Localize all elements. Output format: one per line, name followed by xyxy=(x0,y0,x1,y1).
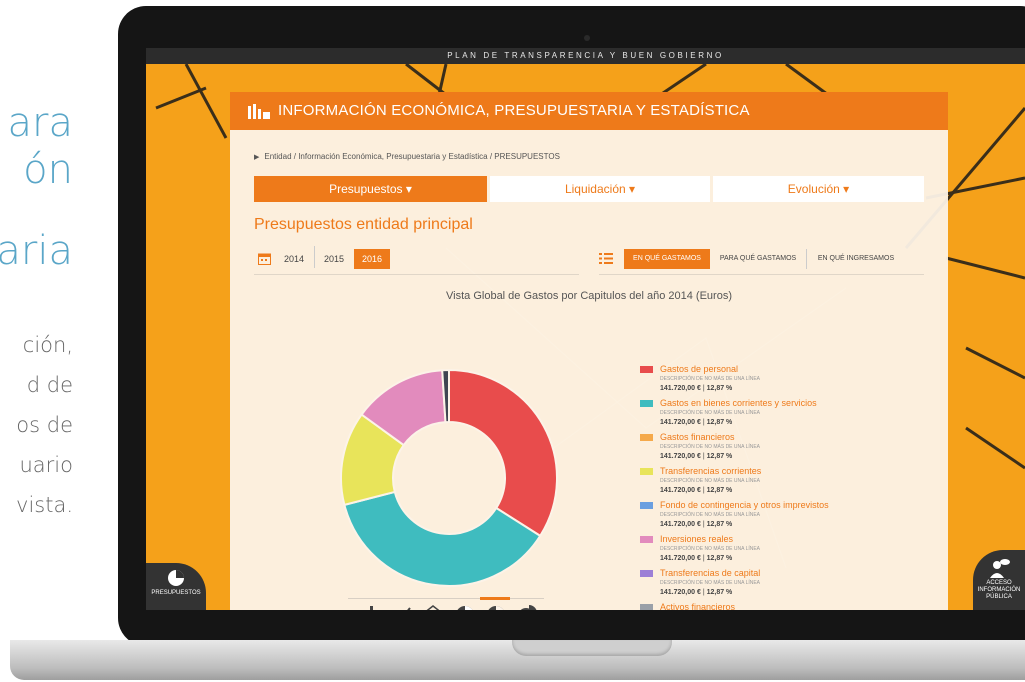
tab-presupuestos[interactable]: Presupuestos ▾ xyxy=(254,176,487,202)
legend-swatch xyxy=(640,400,653,407)
legend-amount: 141.720,00 € xyxy=(660,385,701,392)
legend-amount: 141.720,00 € xyxy=(660,589,701,596)
legend-amount: 141.720,00 € xyxy=(660,419,701,426)
year-2016-button[interactable]: 2016 xyxy=(354,249,390,269)
donut-chart-icon[interactable] xyxy=(487,606,505,610)
legend-swatch xyxy=(640,536,653,543)
legend-swatch xyxy=(640,366,653,373)
legend-label: Transferencias de capital xyxy=(660,568,761,578)
view-underline xyxy=(599,274,924,275)
presupuestos-corner-label: PRESUPUESTOS xyxy=(151,590,201,596)
intro-text-line-2: d de xyxy=(26,373,73,397)
pie-chart-icon[interactable] xyxy=(456,606,474,610)
pie-chart-icon xyxy=(168,570,184,586)
view-divider xyxy=(806,249,807,269)
year-2015-button[interactable]: 2015 xyxy=(324,249,344,269)
legend-label: Transferencias corrientes xyxy=(660,466,762,476)
legend-label: Inversiones reales xyxy=(660,534,734,544)
legend-description: DESCRIPCIÓN DE NO MÁS DE UNA LÍNEA xyxy=(660,512,761,518)
legend-label: Gastos en bienes corrientes y servicios xyxy=(660,398,817,408)
donut-slice-0[interactable] xyxy=(448,368,558,538)
chart-title: Vista Global de Gastos por Capitulos del… xyxy=(446,290,732,302)
intro-title-line-1: ara xyxy=(7,100,73,146)
chart-type-active-indicator xyxy=(480,597,510,600)
acceso-informacion-button[interactable]: ACCESO INFORMACIÓN PÚBLICA xyxy=(973,550,1025,610)
year-divider xyxy=(314,246,315,268)
breadcrumb: ▶ Entidad / Información Económica, Presup… xyxy=(254,152,560,161)
legend-percent: 12,87 % xyxy=(706,487,733,494)
legend-value: 141.720,00 € | 12,87 % xyxy=(660,589,732,596)
legend-value: 141.720,00 € | 12,87 % xyxy=(660,453,732,460)
legend-value: 141.720,00 € | 12,87 % xyxy=(660,419,732,426)
person-speech-icon xyxy=(990,559,1010,578)
breadcrumb-text[interactable]: Entidad / Información Económica, Presupu… xyxy=(264,152,560,161)
app-screen: PLAN DE TRANSPARENCIA Y BUEN GOBIERNO IN… xyxy=(146,48,1025,610)
breadcrumb-arrow-icon: ▶ xyxy=(254,154,260,161)
panel-header: INFORMACIÓN ECONÓMICA, PRESUPUESTARIA Y … xyxy=(230,92,948,130)
legend-swatch xyxy=(640,502,653,509)
view-en-que-gastamos[interactable]: EN QUÉ GASTAMOS xyxy=(624,249,710,269)
year-2014-button[interactable]: 2014 xyxy=(284,249,304,269)
legend-description: DESCRIPCIÓN DE NO MÁS DE UNA LÍNEA xyxy=(660,444,761,450)
chart-bars-icon xyxy=(248,104,270,119)
legend-description: DESCRIPCIÓN DE NO MÁS DE UNA LÍNEA xyxy=(660,580,761,586)
legend-percent: 12,87 % xyxy=(706,419,733,426)
legend-description: DESCRIPCIÓN DE NO MÁS DE UNA LÍNEA xyxy=(660,410,761,416)
intro-text-line-1: ción, xyxy=(22,333,73,357)
donut-chart xyxy=(340,368,558,587)
legend-description: DESCRIPCIÓN DE NO MÁS DE UNA LÍNEA xyxy=(660,376,761,382)
page-title: INFORMACIÓN ECONÓMICA, PRESUPUESTARIA Y … xyxy=(278,102,750,119)
view-en-que-ingresamos[interactable]: EN QUÉ INGRESAMOS xyxy=(810,249,902,269)
legend-amount: 141.720,00 € xyxy=(660,555,701,562)
legend-percent: 12,87 % xyxy=(706,555,733,562)
calendar-icon xyxy=(258,253,271,265)
view-para-que-gastamos[interactable]: PARA QUÉ GASTAMOS xyxy=(714,249,802,269)
presupuestos-corner-button[interactable]: PRESUPUESTOS xyxy=(146,563,206,610)
bar-chart-icon[interactable] xyxy=(360,606,373,610)
legend-value: 141.720,00 € | 12,87 % xyxy=(660,521,732,528)
tab-bar: Presupuestos ▾ Liquidación ▾ Evolución ▾ xyxy=(254,176,924,202)
radar-chart-icon[interactable] xyxy=(424,605,442,610)
legend-percent: 12,87 % xyxy=(706,589,733,596)
list-icon xyxy=(599,253,613,264)
legend-amount: 141.720,00 € xyxy=(660,453,701,460)
legend-value: 141.720,00 € | 12,87 % xyxy=(660,487,732,494)
chart-type-bar xyxy=(360,605,537,610)
legend-amount: 141.720,00 € xyxy=(660,487,701,494)
legend-description: DESCRIPCIÓN DE NO MÁS DE UNA LÍNEA xyxy=(660,478,761,484)
year-underline xyxy=(254,274,579,275)
content-panel: INFORMACIÓN ECONÓMICA, PRESUPUESTARIA Y … xyxy=(230,92,948,610)
legend-description: DESCRIPCIÓN DE NO MÁS DE UNA LÍNEA xyxy=(660,546,761,552)
legend-swatch xyxy=(640,604,653,610)
legend-percent: 12,87 % xyxy=(706,453,733,460)
legend-label: Gastos de personal xyxy=(660,364,739,374)
legend-label: Activos financieros xyxy=(660,602,736,610)
intro-text-line-4: uario xyxy=(19,453,74,477)
section-title: Presupuestos entidad principal xyxy=(254,216,473,233)
legend-swatch xyxy=(640,468,653,475)
intro-title-line-2: ón xyxy=(23,147,73,193)
transparency-banner: PLAN DE TRANSPARENCIA Y BUEN GOBIERNO xyxy=(146,48,1025,64)
intro-title-line-3: aria xyxy=(0,228,73,274)
webcam xyxy=(584,35,590,41)
line-chart-icon[interactable] xyxy=(392,607,411,610)
intro-text-line-3: os de xyxy=(16,413,73,437)
intro-text-line-5: vista. xyxy=(16,493,73,517)
laptop-notch xyxy=(512,640,672,656)
acceso-informacion-label: ACCESO INFORMACIÓN PÚBLICA xyxy=(977,580,1021,600)
chart-type-underline xyxy=(348,598,544,599)
legend-label: Fondo de contingencia y otros imprevisto… xyxy=(660,500,829,510)
tab-evolucion[interactable]: Evolución ▾ xyxy=(713,176,924,202)
legend-swatch xyxy=(640,570,653,577)
legend-percent: 12,87 % xyxy=(706,385,733,392)
legend-value: 141.720,00 € | 12,87 % xyxy=(660,385,732,392)
legend-swatch xyxy=(640,434,653,441)
exploded-pie-icon[interactable] xyxy=(518,605,537,610)
tab-liquidacion[interactable]: Liquidación ▾ xyxy=(490,176,710,202)
legend-value: 141.720,00 € | 12,87 % xyxy=(660,555,732,562)
legend-percent: 12,87 % xyxy=(706,521,733,528)
legend-amount: 141.720,00 € xyxy=(660,521,701,528)
legend-label: Gastos financieros xyxy=(660,432,735,442)
